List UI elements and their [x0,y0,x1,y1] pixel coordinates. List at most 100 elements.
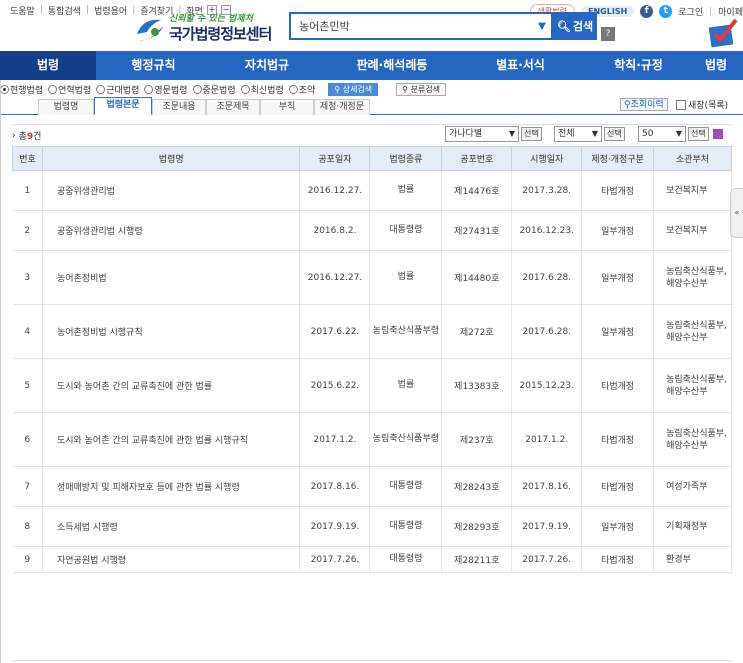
scope-apply-button[interactable]: 선택 [604,127,625,141]
new-window-label: 새창(목록) [688,101,729,111]
header-law-kind: 법령종류 [369,146,443,171]
view-history-button[interactable]: ⚲조회이력 [620,98,668,111]
main-nav: 법령 행정규칙 자치법규 판례·해석례등 별표·서식 학칙·규정 법령 [0,51,743,80]
util-terms-link[interactable]: 법령용어 [94,4,127,17]
law-name-link[interactable]: 공중위생관리법 [42,170,301,211]
header-amend-type: 제정·개정구분 [581,146,655,171]
save-icon[interactable] [712,129,723,139]
pub-date: 2016.12.27. [299,170,371,211]
new-window-checkbox[interactable] [676,99,686,110]
row-number: 2 [12,210,43,251]
amend-type: 타법개정 [581,412,655,467]
sort-select[interactable]: 가나다별 ▼ [445,126,519,142]
site-logo[interactable]: 신뢰할 수 있는 법제처 국가법령정보센터 [133,10,283,46]
bottom-divider [12,660,732,661]
row-number: 6 [12,412,43,467]
law-kind: 농림축산식품부령 [369,304,443,359]
checklist-icon[interactable] [706,18,740,48]
radio-current[interactable]: 현행법령 [0,83,43,96]
tab-law-name[interactable]: 법령명 [38,99,94,115]
eff-date: 2016.12.23. [511,210,583,251]
row-number: 8 [12,506,43,547]
law-type-filters: 현행법령 연혁법령 근대법령 영문법령 중문법령 최신법령 조약 ⚲ 상세검색 … [0,82,743,96]
side-panel-toggle[interactable]: « [730,188,743,238]
law-name-link[interactable]: 성매매방지 및 피해자보호 등에 관한 법률 시행령 [42,466,301,507]
header-eff-date[interactable]: 시행일자 [511,146,583,171]
tab-law-body[interactable]: 법령본문 [94,97,152,115]
law-kind: 법률 [369,358,443,413]
pub-date: 2017.1.2. [299,412,371,467]
pub-number: 제28293호 [441,506,513,547]
amend-type: 타법개정 [581,358,655,413]
tab-article-content[interactable]: 조문내용 [152,99,206,115]
nav-appendix-forms[interactable]: 별표·서식 [461,51,580,80]
law-name-link[interactable]: 농어촌정비법 [42,250,301,305]
search-button[interactable]: 🔍︎ 검색 [553,12,597,40]
nav-local-laws[interactable]: 자치법규 [211,51,323,80]
search-dropdown-icon[interactable]: ▼ [533,21,551,32]
util-search-link[interactable]: 통합검색 [48,4,81,17]
twitter-icon[interactable]: t [659,5,673,18]
tab-addenda[interactable]: 부칙 [260,99,314,115]
nav-law[interactable]: 법령 [0,51,96,80]
department: 기획재정부 [653,506,732,547]
scope-select[interactable]: 전체 ▼ [554,126,602,142]
radio-latest[interactable]: 최신법령 [240,83,284,96]
search-input[interactable] [291,14,533,38]
nav-school-rules[interactable]: 학칙·규정 [580,51,697,80]
util-help-link[interactable]: 도움말 [10,4,35,17]
row-number: 5 [12,358,43,413]
help-button[interactable]: ? [601,27,615,41]
header-department: 소관부처 [653,146,732,171]
header-pub-no: 공포번호 [441,146,513,171]
table-header-row: 번호 법령명 공포일자 법령종류 공포번호 시행일자 제정·개정구분 소관부처 [12,146,732,171]
header-law-name[interactable]: 법령명 [41,146,301,171]
amend-type: 일부개정 [581,506,655,547]
radio-chinese[interactable]: 중문법령 [192,83,236,96]
search-box: ▼ [289,12,553,40]
table-row: 5 도시와 농어촌 간의 교류촉진에 관한 법률 2015.6.22. 법률 제1338… [12,358,732,413]
classify-search-button[interactable]: ⚲ 분류검색 [396,82,447,96]
table-row: 3 농어촌정비법 2016.12.27. 법률 제14480호 2017.6.28. 일부개… [12,250,732,305]
logo-title: 국가법령정보센터 [169,25,272,43]
sort-apply-button[interactable]: 선택 [521,127,542,141]
row-number: 1 [12,170,43,211]
header-pub-date[interactable]: 공포일자 [299,146,371,171]
law-name-link[interactable]: 소득세법 시행령 [42,506,301,547]
table-row: 6 도시와 농어촌 간의 교류촉진에 관한 법률 시행규칙 2017.1.2. 농림축… [12,412,732,467]
login-link[interactable]: 로그인 [678,5,703,18]
amend-type: 타법개정 [581,170,655,211]
tab-article-title[interactable]: 조문제목 [206,99,260,115]
search-icon: 🔍︎ [556,19,571,33]
nav-admin-rules[interactable]: 행정규칙 [96,51,211,80]
per-page-apply-button[interactable]: 선택 [688,127,709,141]
amend-type: 일부개정 [581,210,655,251]
facebook-icon[interactable]: f [640,5,654,18]
nav-precedents[interactable]: 판례·해석례등 [323,51,461,80]
radio-modern[interactable]: 근대법령 [96,83,139,96]
radio-history[interactable]: 연혁법령 [48,83,91,96]
nav-law-more[interactable]: 법령 [697,51,743,80]
per-page-select[interactable]: 50 ▼ [638,126,686,142]
law-name-link[interactable]: 도시와 농어촌 간의 교류촉진에 관한 법률 [42,358,301,413]
chevron-down-icon: ▼ [591,129,598,138]
department: 농림축산식품부,해양수산부 [653,250,732,305]
pub-number: 제28243호 [441,466,513,507]
advanced-search-button[interactable]: ⚲ 상세검색 [328,82,379,96]
law-name-link[interactable]: 농어촌정비법 시행규칙 [42,304,301,359]
law-name-link[interactable]: 도시와 농어촌 간의 교류촉진에 관한 법률 시행규칙 [42,412,301,467]
mypage-link[interactable]: 마이페 [718,5,743,18]
pub-number: 제28211호 [441,546,513,573]
eff-date: 2017.7.26. [511,546,583,573]
law-kind: 대통령령 [369,506,443,547]
tab-enactment[interactable]: 제정·개정문 [314,99,370,115]
row-number: 3 [12,250,43,305]
law-name-link[interactable]: 자연공원법 시행령 [42,546,301,573]
new-window-toggle[interactable]: 새창(목록) [676,98,728,111]
pub-date: 2016.12.27. [299,250,371,305]
law-name-link[interactable]: 공중위생관리법 시행령 [42,210,301,251]
radio-treaty[interactable]: 조약 [288,83,315,96]
amend-type: 타법개정 [581,546,655,573]
radio-english[interactable]: 영문법령 [144,83,188,96]
pub-date: 2015.6.22. [299,358,371,413]
